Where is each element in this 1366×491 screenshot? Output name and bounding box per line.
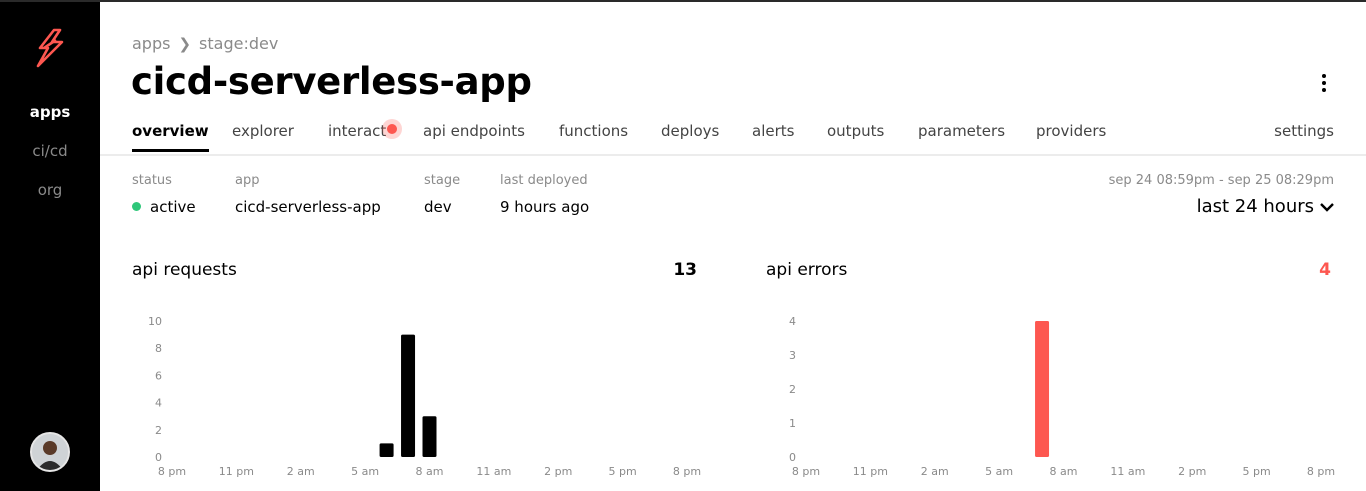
tab-outputs[interactable]: outputs — [827, 122, 884, 152]
app-label: app — [235, 173, 260, 188]
breadcrumb-stage[interactable]: stage:dev — [199, 34, 278, 53]
stage-label: stage — [424, 173, 461, 188]
x-tick-label: 5 am — [351, 465, 379, 478]
chart-bar[interactable] — [401, 334, 416, 457]
sidebar-item-cicd[interactable]: ci/cd — [0, 141, 100, 180]
page-title: cicd-serverless-app — [131, 60, 532, 103]
y-tick-label: 1 — [789, 417, 796, 430]
status-dot-icon — [132, 202, 141, 211]
tab-settings[interactable]: settings — [1274, 122, 1334, 152]
y-tick-label: 3 — [789, 349, 796, 362]
sidebar: apps ci/cd org — [0, 2, 100, 491]
x-tick-label: 5 pm — [609, 465, 637, 478]
x-tick-label: 2 pm — [544, 465, 572, 478]
sidebar-item-org[interactable]: org — [0, 180, 100, 219]
tab-functions[interactable]: functions — [559, 122, 628, 152]
x-tick-label: 8 am — [416, 465, 444, 478]
tab-api-endpoints[interactable]: api endpoints — [423, 122, 525, 152]
api-errors-total: 4 — [1319, 260, 1331, 280]
chevron-right-icon: ❯ — [178, 34, 192, 53]
y-tick-label: 6 — [155, 369, 162, 382]
tab-interact[interactable]: interact — [328, 122, 386, 152]
tab-explorer[interactable]: explorer — [232, 122, 294, 152]
y-tick-label: 2 — [155, 424, 162, 437]
avatar[interactable] — [30, 432, 70, 472]
x-tick-label: 2 pm — [1178, 465, 1206, 478]
y-tick-label: 4 — [155, 397, 162, 410]
stage-value: dev — [424, 198, 452, 216]
tab-divider — [100, 154, 1366, 156]
api-requests-total: 13 — [673, 260, 697, 280]
chart-bar[interactable] — [379, 443, 394, 457]
y-tick-label: 10 — [148, 315, 162, 328]
tab-parameters[interactable]: parameters — [918, 122, 1005, 152]
last-deployed-label: last deployed — [500, 173, 588, 188]
x-tick-label: 8 pm — [1307, 465, 1335, 478]
api-requests-chart: 0 2 4 6 8 10 8 pm 11 pm 2 am 5 am 8 am 11 am 2 pm 5 p… — [148, 315, 701, 478]
x-tick-label: 2 am — [921, 465, 949, 478]
y-tick-label: 4 — [789, 315, 796, 328]
user-avatar-icon — [32, 434, 68, 470]
x-tick-label: 11 am — [476, 465, 511, 478]
x-tick-label: 11 pm — [219, 465, 254, 478]
notification-dot-icon — [382, 119, 402, 139]
chart-bar[interactable] — [1035, 321, 1050, 457]
tab-overview[interactable]: overview — [132, 122, 209, 152]
main-content: apps ❯ stage:dev cicd-serverless-app ove… — [100, 2, 1366, 491]
y-tick-label: 0 — [789, 451, 796, 464]
chevron-down-icon — [1320, 202, 1334, 212]
tab-alerts[interactable]: alerts — [752, 122, 794, 152]
x-tick-label: 8 pm — [792, 465, 820, 478]
x-tick-label: 11 am — [1110, 465, 1145, 478]
x-tick-label: 5 pm — [1243, 465, 1271, 478]
last-deployed-value: 9 hours ago — [500, 198, 590, 216]
time-range-span: sep 24 08:59pm - sep 25 08:29pm — [1108, 173, 1334, 188]
tab-deploys[interactable]: deploys — [661, 122, 719, 152]
status-text: active — [150, 198, 196, 216]
serverless-logo-icon[interactable] — [32, 28, 68, 68]
chart-bar[interactable] — [422, 416, 437, 457]
app-value: cicd-serverless-app — [235, 198, 381, 216]
sidebar-item-apps[interactable]: apps — [0, 102, 100, 141]
x-tick-label: 11 pm — [853, 465, 888, 478]
y-tick-label: 0 — [155, 451, 162, 464]
time-range-selected: last 24 hours — [1196, 196, 1314, 217]
kebab-menu-icon[interactable] — [1316, 72, 1332, 98]
sidebar-nav: apps ci/cd org — [0, 102, 100, 219]
time-range-select[interactable]: last 24 hours — [1197, 196, 1334, 217]
tab-bar: overview explorer interact api endpoints… — [132, 122, 1334, 154]
y-tick-label: 2 — [789, 383, 796, 396]
api-errors-chart: 0 1 2 3 4 8 pm 11 pm 2 am 5 am 8 am 11 am 2 pm 5 pm 8… — [789, 315, 1335, 478]
breadcrumb: apps ❯ stage:dev — [132, 34, 278, 53]
x-tick-label: 2 am — [287, 465, 315, 478]
y-tick-label: 8 — [155, 342, 162, 355]
x-tick-label: 5 am — [985, 465, 1013, 478]
x-tick-label: 8 pm — [673, 465, 701, 478]
tab-providers[interactable]: providers — [1036, 122, 1106, 152]
api-errors-title: api errors — [766, 260, 848, 280]
api-requests-title: api requests — [132, 260, 237, 280]
status-value: active — [132, 198, 196, 216]
breadcrumb-apps-link[interactable]: apps — [132, 34, 170, 53]
status-label: status — [132, 173, 172, 188]
x-tick-label: 8 pm — [158, 465, 186, 478]
x-tick-label: 8 am — [1050, 465, 1078, 478]
